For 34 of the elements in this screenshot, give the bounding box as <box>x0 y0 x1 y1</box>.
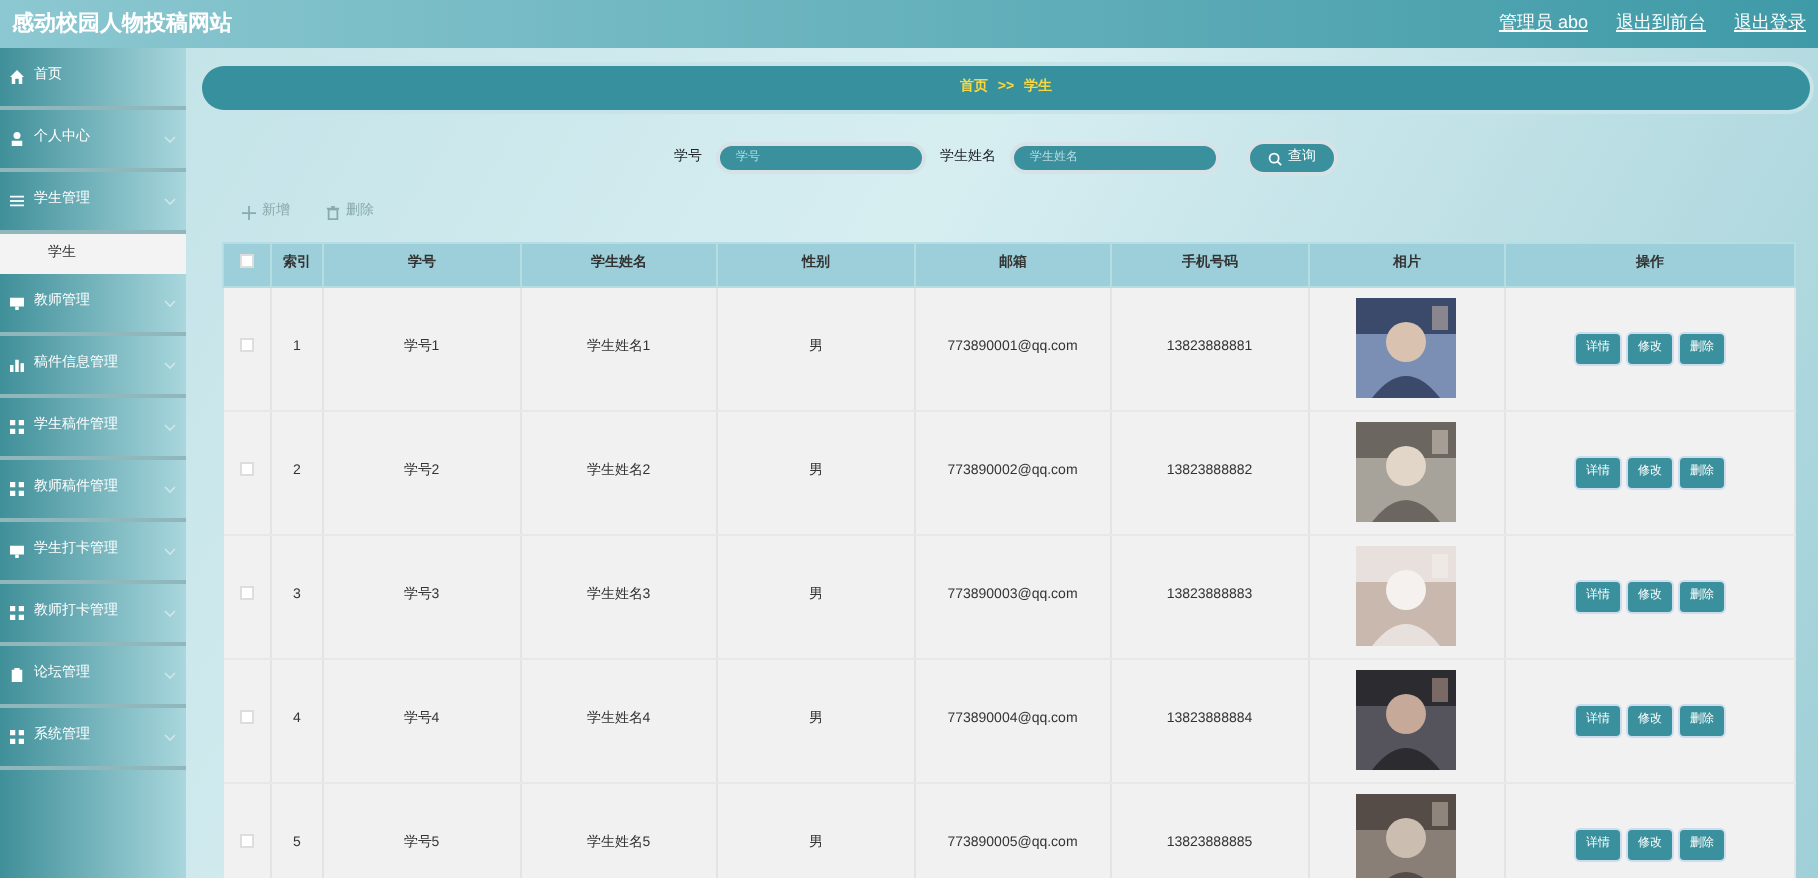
plus-icon <box>242 205 256 220</box>
header-link[interactable]: 退出到前台 <box>1616 10 1706 38</box>
bar-chart-icon <box>10 358 24 372</box>
header-link[interactable]: 退出登录 <box>1734 10 1806 38</box>
home-icon <box>10 70 24 84</box>
row-checkbox[interactable] <box>239 338 254 353</box>
grid-icon <box>10 606 24 620</box>
chevron-icon <box>164 547 176 555</box>
monitor-icon <box>10 296 24 310</box>
chevron-icon <box>164 135 176 143</box>
monitor-icon <box>10 544 24 558</box>
grid-icon <box>10 420 24 434</box>
row-checkbox[interactable] <box>239 586 254 601</box>
chevron-icon <box>164 423 176 431</box>
chevron-icon <box>164 299 176 307</box>
header-link[interactable]: 管理员 abo <box>1498 10 1588 38</box>
user-icon <box>10 132 24 146</box>
row-checkbox[interactable] <box>239 710 254 725</box>
chevron-icon <box>164 361 176 369</box>
chevron-icon <box>164 609 176 617</box>
clipboard-icon <box>10 668 24 682</box>
grid-icon <box>10 730 24 744</box>
chevron-icon <box>164 733 176 741</box>
row-checkbox[interactable] <box>239 834 254 849</box>
trash-icon <box>326 205 340 220</box>
search-icon <box>1268 151 1282 165</box>
chevron-icon <box>164 671 176 679</box>
row-checkbox[interactable] <box>239 462 254 477</box>
chevron-icon <box>164 197 176 205</box>
chevron-icon <box>164 485 176 493</box>
select-all-checkbox[interactable] <box>240 254 254 269</box>
site-title: 感动校园人物投稿网站 <box>12 9 232 40</box>
menu-icon <box>10 194 24 208</box>
grid-icon <box>10 482 24 496</box>
